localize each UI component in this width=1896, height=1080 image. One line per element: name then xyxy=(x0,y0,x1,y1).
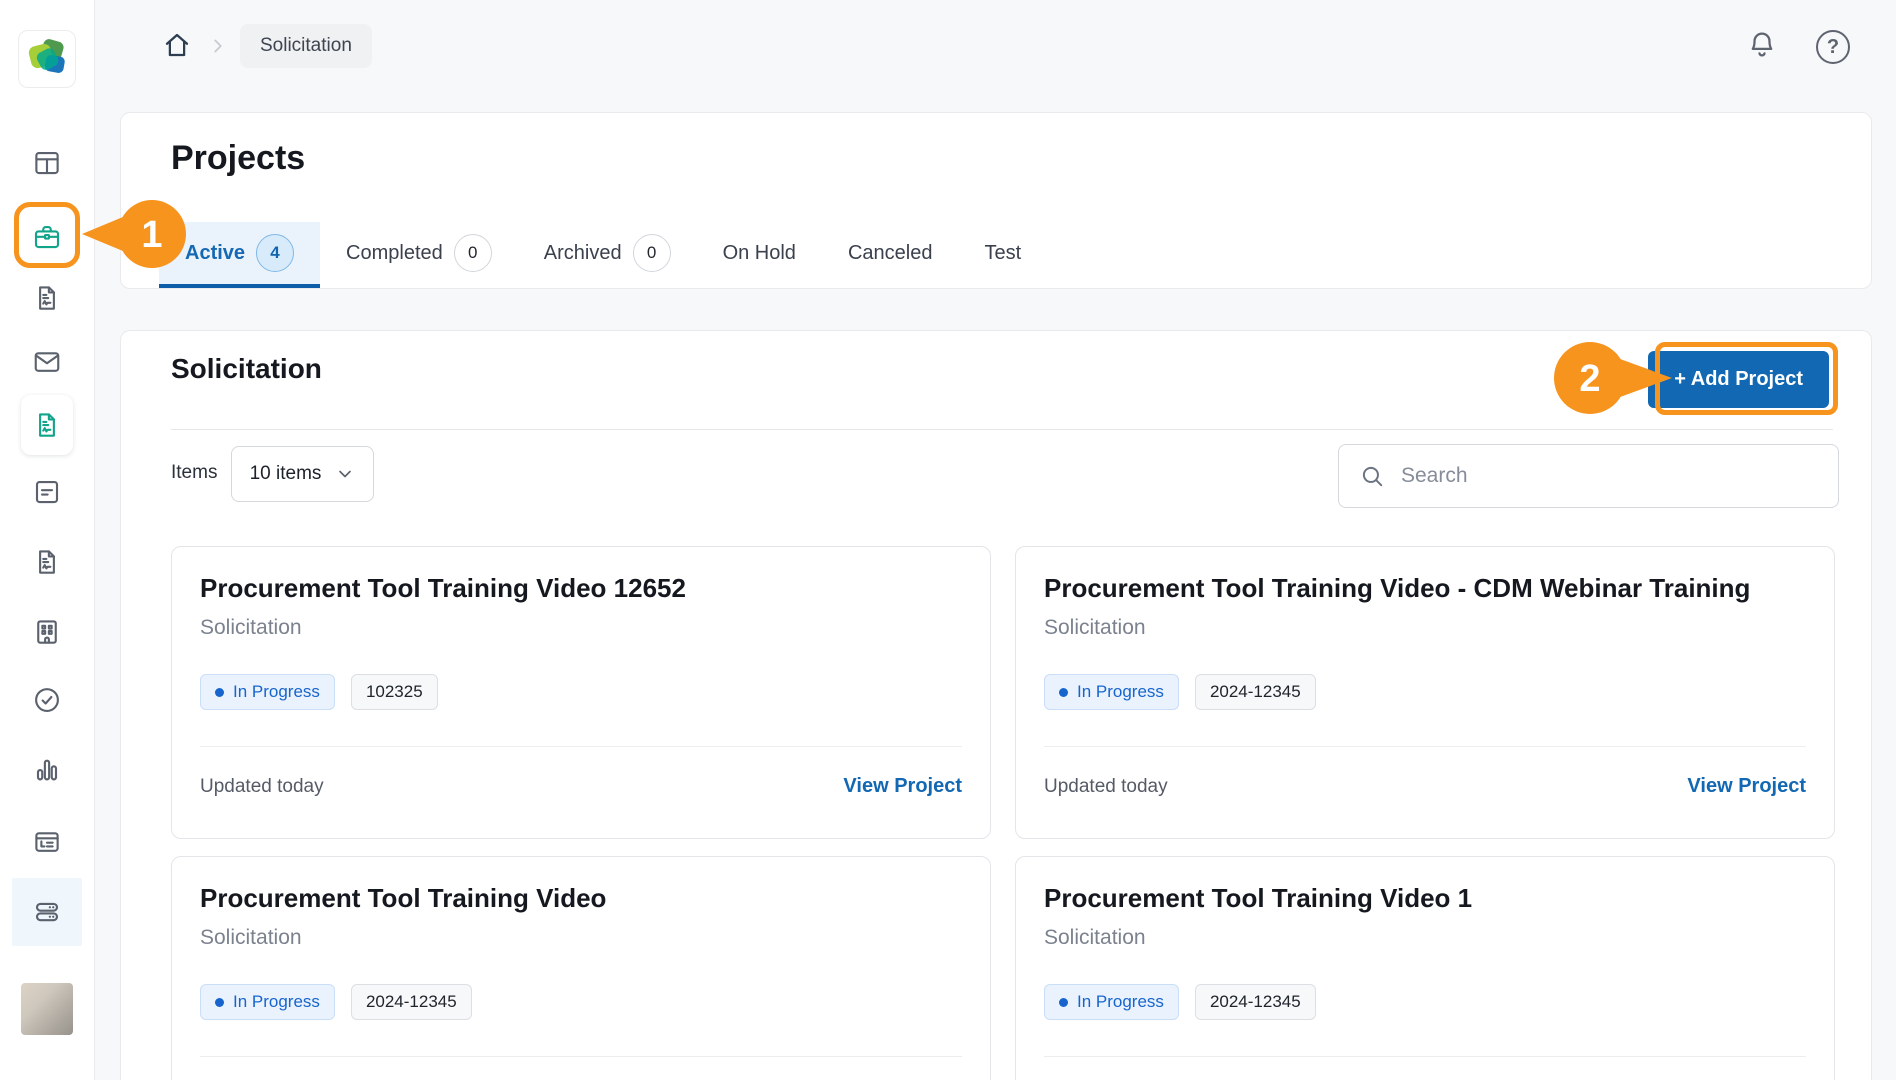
status-badge: In Progress xyxy=(1044,984,1179,1020)
panel-layout-icon xyxy=(32,148,62,178)
browser-window-icon xyxy=(32,827,62,857)
tab-bar: Active 4 Completed 0 Archived 0 On Hold … xyxy=(159,222,1047,288)
project-card: Procurement Tool Training Video - CDM We… xyxy=(1015,546,1835,839)
project-card: Procurement Tool Training Video Solicita… xyxy=(171,856,991,1080)
status-dot-icon xyxy=(1059,998,1068,1007)
search-input[interactable] xyxy=(1401,464,1818,488)
tab-active[interactable]: Active 4 xyxy=(159,222,320,288)
project-id-badge: 102325 xyxy=(351,674,438,710)
sidebar-item-mail[interactable] xyxy=(25,340,69,384)
project-card: Procurement Tool Training Video 12652 So… xyxy=(171,546,991,839)
view-project-link[interactable]: View Project xyxy=(843,775,962,798)
app-logo[interactable] xyxy=(18,30,76,88)
updated-text: Updated today xyxy=(1044,776,1168,798)
logo-icon xyxy=(24,36,70,82)
status-dot-icon xyxy=(1059,688,1068,697)
items-per-page-select[interactable]: 10 items xyxy=(231,446,374,502)
top-bar: Solicitation ? xyxy=(95,0,1896,110)
items-label: Items xyxy=(171,462,217,484)
status-badge: In Progress xyxy=(200,984,335,1020)
document-lines-icon xyxy=(32,477,62,507)
sidebar-item-data[interactable] xyxy=(12,878,82,946)
project-type: Solicitation xyxy=(1044,926,1806,950)
solicitation-section-card: Solicitation + Add Project Items 10 item… xyxy=(120,330,1872,1080)
card-divider xyxy=(1044,1056,1806,1057)
bar-chart-icon xyxy=(32,755,62,785)
project-title: Procurement Tool Training Video 12652 xyxy=(200,573,962,604)
card-divider xyxy=(200,746,962,747)
project-card: Procurement Tool Training Video 1 Solici… xyxy=(1015,856,1835,1080)
project-card-grid: Procurement Tool Training Video 12652 So… xyxy=(171,546,1835,1080)
tab-canceled[interactable]: Canceled xyxy=(822,222,959,288)
check-circle-icon xyxy=(32,685,62,715)
view-project-link[interactable]: View Project xyxy=(1687,775,1806,798)
status-badge: In Progress xyxy=(1044,674,1179,710)
sidebar-item-notes[interactable] xyxy=(25,470,69,514)
mail-icon xyxy=(32,347,62,377)
briefcase-icon xyxy=(32,222,62,252)
sidebar-item-analytics[interactable] xyxy=(25,748,69,792)
sidebar-item-reports[interactable] xyxy=(25,276,69,320)
card-divider xyxy=(200,1056,962,1057)
tab-active-count: 4 xyxy=(256,234,294,272)
sidebar-item-documents[interactable] xyxy=(25,540,69,584)
home-icon[interactable] xyxy=(162,30,192,60)
card-divider xyxy=(1044,746,1806,747)
project-type: Solicitation xyxy=(200,616,962,640)
document-report-icon xyxy=(32,547,62,577)
project-title: Procurement Tool Training Video - CDM We… xyxy=(1044,573,1806,604)
project-title: Procurement Tool Training Video 1 xyxy=(1044,883,1806,914)
project-id-badge: 2024-12345 xyxy=(1195,674,1316,710)
server-stack-icon xyxy=(32,897,62,927)
status-badge: In Progress xyxy=(200,674,335,710)
tab-completed[interactable]: Completed 0 xyxy=(320,222,518,288)
projects-header-card: Projects Active 4 Completed 0 Archived 0… xyxy=(120,112,1872,289)
breadcrumb-current[interactable]: Solicitation xyxy=(240,24,372,68)
page-title: Projects xyxy=(171,139,305,178)
status-dot-icon xyxy=(215,688,224,697)
building-icon xyxy=(32,617,62,647)
sidebar-item-organizations[interactable] xyxy=(25,610,69,654)
sidebar-item-solicitation-active[interactable] xyxy=(21,395,73,455)
section-title: Solicitation xyxy=(171,353,322,385)
project-title: Procurement Tool Training Video xyxy=(200,883,962,914)
tab-completed-count: 0 xyxy=(454,234,492,272)
notification-bell-icon[interactable] xyxy=(1746,29,1778,61)
search-icon xyxy=(1359,463,1385,489)
project-type: Solicitation xyxy=(1044,616,1806,640)
document-report-icon xyxy=(32,410,62,440)
project-type: Solicitation xyxy=(200,926,962,950)
tab-archived[interactable]: Archived 0 xyxy=(518,222,697,288)
app-root: Solicitation ? Projects Active 4 Complet… xyxy=(0,0,1896,1080)
user-avatar[interactable] xyxy=(21,983,73,1035)
sidebar-item-dashboard[interactable] xyxy=(25,141,69,185)
chevron-right-icon xyxy=(207,35,229,57)
sidebar-item-projects[interactable] xyxy=(25,215,69,259)
project-id-badge: 2024-12345 xyxy=(351,984,472,1020)
add-project-button[interactable]: + Add Project xyxy=(1648,351,1829,408)
sidebar-item-templates[interactable] xyxy=(25,820,69,864)
updated-text: Updated today xyxy=(200,776,324,798)
chevron-down-icon xyxy=(335,464,355,484)
project-id-badge: 2024-12345 xyxy=(1195,984,1316,1020)
tab-on-hold[interactable]: On Hold xyxy=(697,222,822,288)
tab-archived-count: 0 xyxy=(633,234,671,272)
status-dot-icon xyxy=(215,998,224,1007)
sidebar xyxy=(0,0,95,1080)
document-report-icon xyxy=(32,283,62,313)
sidebar-item-approvals[interactable] xyxy=(25,678,69,722)
section-divider xyxy=(171,429,1833,430)
tab-test[interactable]: Test xyxy=(958,222,1047,288)
search-box xyxy=(1338,444,1839,508)
help-icon[interactable]: ? xyxy=(1816,30,1850,64)
